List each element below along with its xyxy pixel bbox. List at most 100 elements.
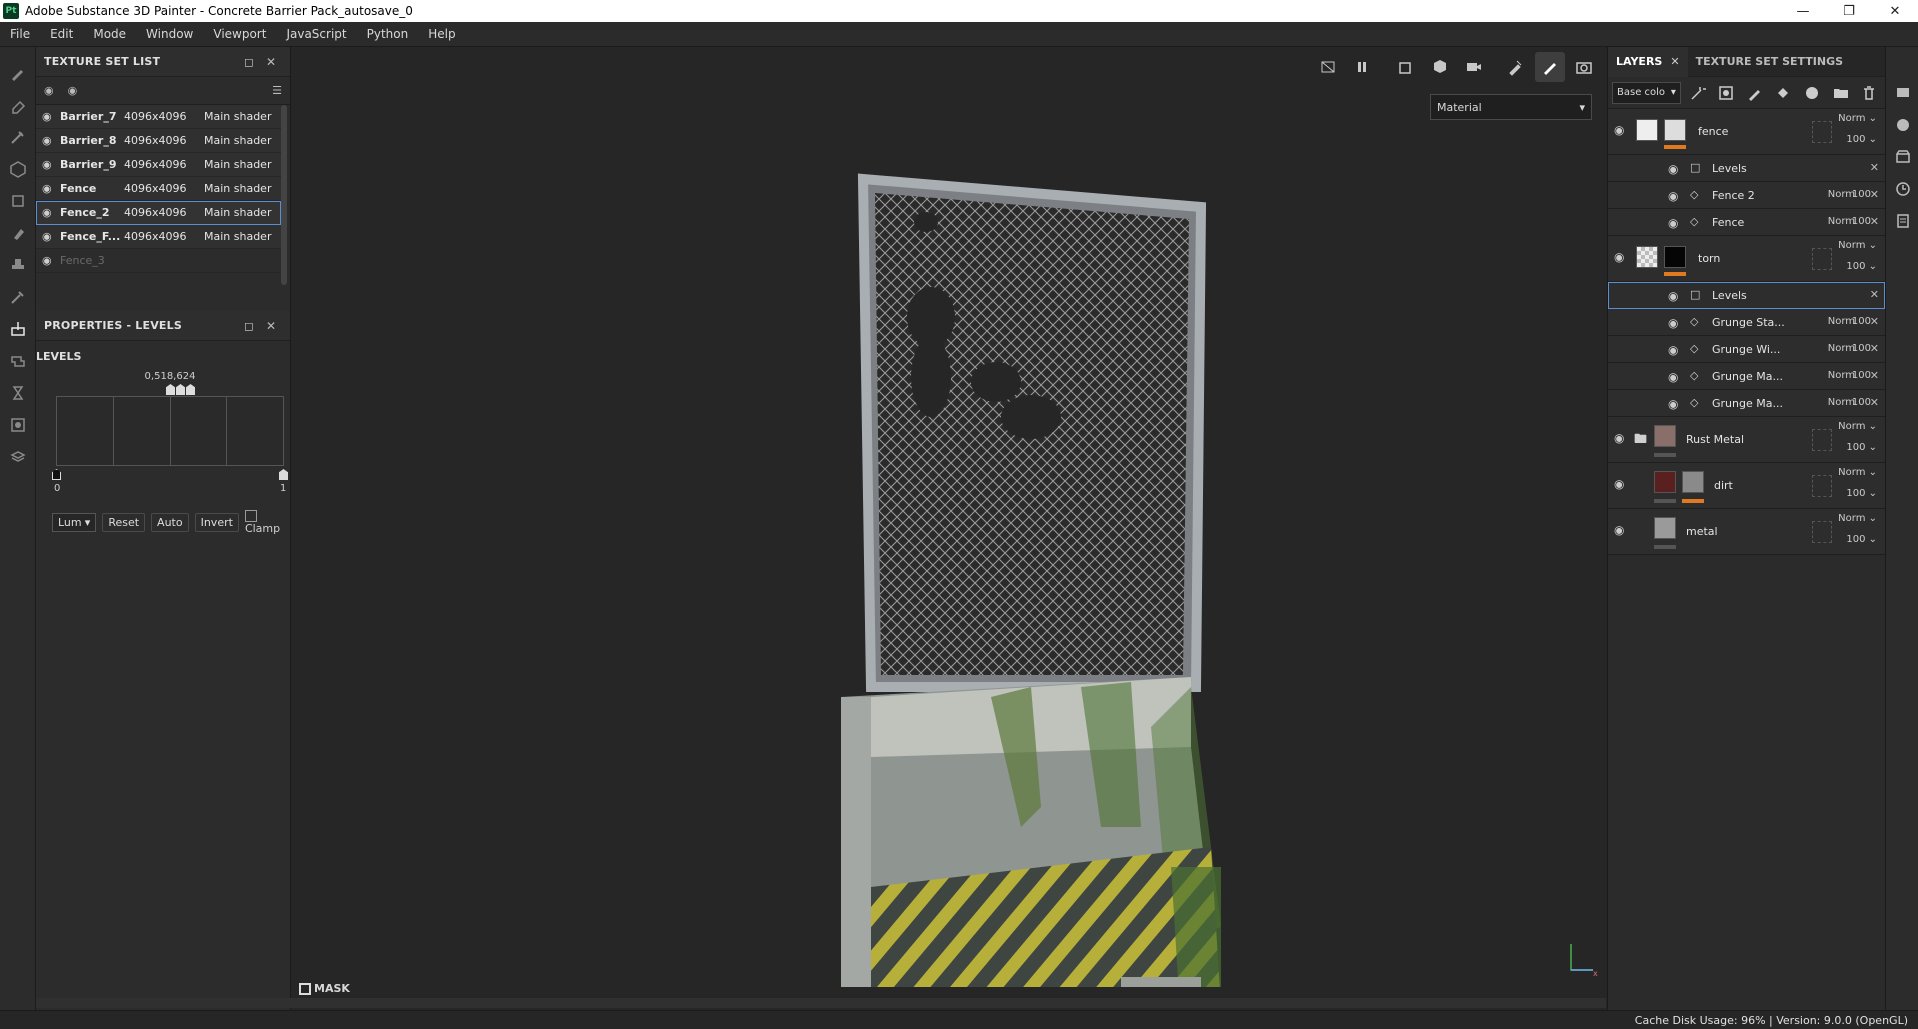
blend-mode[interactable]: Norm [1828, 370, 1855, 381]
picker-tool[interactable] [0, 281, 36, 313]
add-paint-layer-button[interactable] [1743, 81, 1767, 105]
effect-row-selected[interactable]: ◉ □ Levels ✕ [1608, 282, 1885, 309]
shader-settings-button[interactable] [1886, 109, 1918, 141]
opacity[interactable]: 100 [1852, 316, 1871, 327]
opacity[interactable]: 100 [1852, 189, 1871, 200]
eye-icon[interactable]: ◉ [42, 134, 60, 147]
auto-button[interactable]: Auto [151, 512, 189, 532]
paint-brush-tool[interactable] [0, 57, 36, 89]
min-handle[interactable] [52, 469, 61, 480]
menu-window[interactable]: Window [136, 27, 203, 41]
material-picker-tool[interactable] [0, 249, 36, 281]
eye-icon[interactable]: ◉ [68, 84, 78, 97]
texture-set-row[interactable]: ◉ Barrier_9 4096x4096 Main shader [36, 153, 281, 177]
remove-effect-icon[interactable]: ✕ [1870, 342, 1879, 355]
reset-button[interactable]: Reset [102, 512, 146, 532]
opacity[interactable]: 100 ⌄ [1846, 442, 1877, 453]
layer-row[interactable]: ◉ metal Norm ⌄ 100 ⌄ [1608, 509, 1885, 555]
log-button[interactable] [1886, 205, 1918, 237]
3d-viewport[interactable]: Material ▾ x MASK [291, 47, 1607, 1010]
folder-row[interactable]: ◉ 🖿 Rust Metal Norm ⌄ 100 ⌄ [1608, 417, 1885, 463]
blend-mode[interactable]: Norm [1828, 316, 1855, 327]
effect-row[interactable]: ◉ ◇ Grunge Sta... Norm 100 ✕ [1608, 309, 1885, 336]
add-folder-button[interactable] [1829, 81, 1853, 105]
eye-icon[interactable]: ◉ [42, 230, 60, 243]
layer-row[interactable]: ◉ fence Norm ⌄ 100 ⌄ [1608, 109, 1885, 155]
eye-icon[interactable]: ◉ [1668, 370, 1678, 384]
maximize-button[interactable]: ❐ [1826, 0, 1872, 22]
effect-row[interactable]: ◉ ◇ Grunge Ma... Norm 100 ✕ [1608, 390, 1885, 417]
horizontal-scrollbar[interactable] [36, 998, 1606, 1008]
eye-icon[interactable]: ◉ [42, 158, 60, 171]
white-handle[interactable] [186, 384, 195, 395]
paint-mode-button[interactable] [1535, 52, 1565, 82]
eye-icon[interactable]: ◉ [1614, 123, 1624, 137]
blend-mode[interactable]: Norm ⌄ [1838, 467, 1877, 478]
channel-dropdown[interactable]: Base colo ▾ [1612, 81, 1681, 104]
tab-texture-set-settings[interactable]: TEXTURE SET SETTINGS [1688, 47, 1851, 77]
close-window-button[interactable]: ✕ [1872, 0, 1918, 22]
eye-icon[interactable]: ◉ [1614, 250, 1624, 264]
eye-icon[interactable]: ◉ [42, 110, 60, 123]
menu-python[interactable]: Python [357, 27, 419, 41]
camera-button[interactable] [1459, 52, 1489, 82]
projection-tool[interactable] [0, 121, 36, 153]
minimize-button[interactable]: — [1780, 0, 1826, 22]
menu-javascript[interactable]: JavaScript [276, 27, 356, 41]
texture-set-row[interactable]: ◉ Fence 4096x4096 Main shader [36, 177, 281, 201]
eye-icon[interactable]: ◉ [42, 254, 60, 267]
eye-icon[interactable]: ◉ [42, 206, 60, 219]
gamma-handle[interactable] [176, 384, 185, 395]
add-smart-material-button[interactable] [1800, 81, 1824, 105]
midpoint-handle[interactable] [166, 384, 175, 395]
eye-icon[interactable]: ◉ [1668, 189, 1678, 203]
menu-help[interactable]: Help [418, 27, 465, 41]
remove-effect-icon[interactable]: ✕ [1870, 161, 1879, 174]
clone-tool[interactable] [0, 217, 36, 249]
effect-row[interactable]: ◉ ◇ Grunge Ma... Norm 100 ✕ [1608, 363, 1885, 390]
screenshot-button[interactable] [1569, 52, 1599, 82]
eye-icon[interactable]: ◉ [1668, 397, 1678, 411]
layer-row[interactable]: ◉ dirt Norm ⌄ 100 ⌄ [1608, 463, 1885, 509]
texture-set-row-disabled[interactable]: ◉ Fence_3 [36, 249, 281, 273]
scrollbar[interactable] [281, 105, 287, 285]
cube-view-button[interactable] [1425, 52, 1455, 82]
blend-mode[interactable]: Norm ⌄ [1838, 240, 1877, 251]
menu-mode[interactable]: Mode [83, 27, 136, 41]
eye-icon[interactable]: ◉ [1668, 216, 1678, 230]
eye-icon[interactable]: ◉ [1668, 343, 1678, 357]
remove-effect-icon[interactable]: ✕ [1870, 315, 1879, 328]
bake-tool[interactable] [0, 313, 36, 345]
remove-effect-icon[interactable]: ✕ [1870, 188, 1879, 201]
shelf-tool[interactable] [0, 345, 36, 377]
menu-viewport[interactable]: Viewport [203, 27, 276, 41]
blend-mode[interactable]: Norm [1828, 216, 1855, 227]
eye-icon[interactable]: ◉ [1668, 289, 1678, 303]
smudge-tool[interactable] [0, 185, 36, 217]
blend-mode[interactable]: Norm [1828, 343, 1855, 354]
eye-icon[interactable]: ◉ [42, 182, 60, 195]
layer-row[interactable]: ◉ torn Norm ⌄ 100 ⌄ [1608, 236, 1885, 282]
delete-layer-button[interactable] [1857, 81, 1881, 105]
float-panel-icon[interactable]: ◻ [238, 55, 260, 69]
blend-mode[interactable]: Norm ⌄ [1838, 113, 1877, 124]
effect-row[interactable]: ◉ ◇ Grunge Wi... Norm 100 ✕ [1608, 336, 1885, 363]
opacity[interactable]: 100 ⌄ [1846, 488, 1877, 499]
close-panel-icon[interactable]: ✕ [260, 319, 282, 333]
texture-set-row[interactable]: ◉ Barrier_7 4096x4096 Main shader [36, 105, 281, 129]
effect-row[interactable]: ◉ ◇ Fence Norm 100 ✕ [1608, 209, 1885, 236]
polygon-fill-tool[interactable] [0, 153, 36, 185]
texture-set-row[interactable]: ◉ Fence_F... 4096x4096 Main shader [36, 225, 281, 249]
history-tool[interactable] [0, 409, 36, 441]
blend-mode[interactable]: Norm ⌄ [1838, 513, 1877, 524]
max-handle[interactable] [279, 469, 288, 480]
channel-select[interactable]: Lum ▾ [52, 512, 97, 532]
opacity[interactable]: 100 [1852, 343, 1871, 354]
opacity[interactable]: 100 [1852, 370, 1871, 381]
blend-mode[interactable]: Norm [1828, 189, 1855, 200]
menu-edit[interactable]: Edit [40, 27, 83, 41]
mask-toggle[interactable]: MASK [299, 982, 350, 995]
visibility-toggle-all-icon[interactable]: ◉ [44, 84, 54, 97]
pause-button[interactable] [1347, 52, 1377, 82]
timer-tool[interactable] [0, 377, 36, 409]
